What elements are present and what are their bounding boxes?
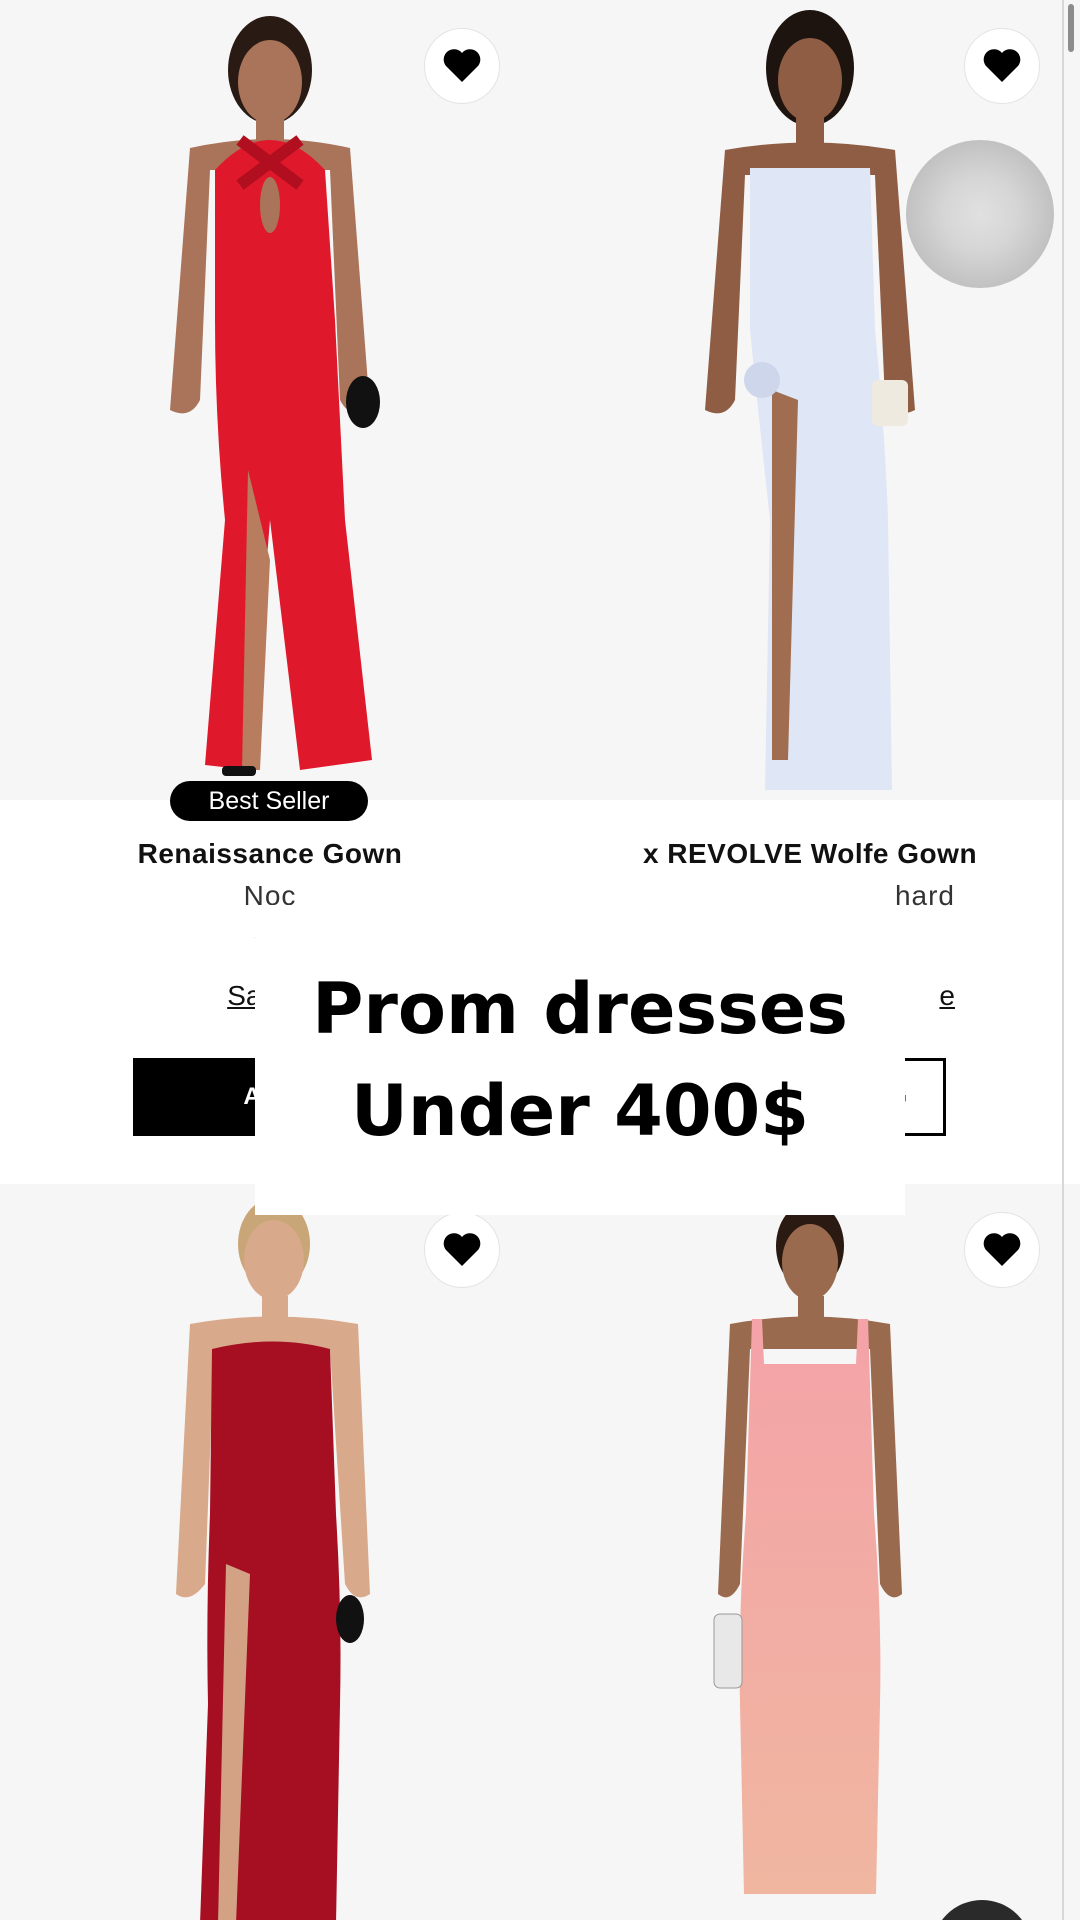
best-seller-badge: Best Seller [170,781,368,821]
favorite-button[interactable] [424,1212,500,1288]
favorite-button[interactable] [964,1212,1040,1288]
product-name[interactable]: Renaissance Gown [0,838,540,870]
favorite-button[interactable] [964,28,1040,104]
product-image[interactable] [0,0,540,800]
touch-indicator [906,140,1054,288]
favorite-button[interactable] [424,28,500,104]
heart-icon [443,49,481,82]
heart-icon [983,1233,1021,1266]
heart-icon [983,49,1021,82]
product-image[interactable] [0,1184,540,1920]
caption-line-2: Under 400$ [351,1070,809,1152]
model-in-crimson-strapless-gown [176,1198,370,1920]
product-image[interactable] [540,1184,1080,1920]
scrollbar[interactable] [1062,0,1080,1920]
product-image[interactable] [540,0,1080,800]
caption-overlay: Prom dresses Under 400$ [255,905,905,1215]
product-name[interactable]: x REVOLVE Wolfe Gown [540,838,1080,870]
heart-icon [443,1233,481,1266]
caption-line-1: Prom dresses [312,968,848,1050]
model-in-red-halter-gown [170,16,380,776]
model-in-light-blue-strapless-gown [705,10,915,790]
model-in-pink-sequin-dress [713,1202,902,1894]
scrollbar-thumb[interactable] [1068,4,1074,52]
